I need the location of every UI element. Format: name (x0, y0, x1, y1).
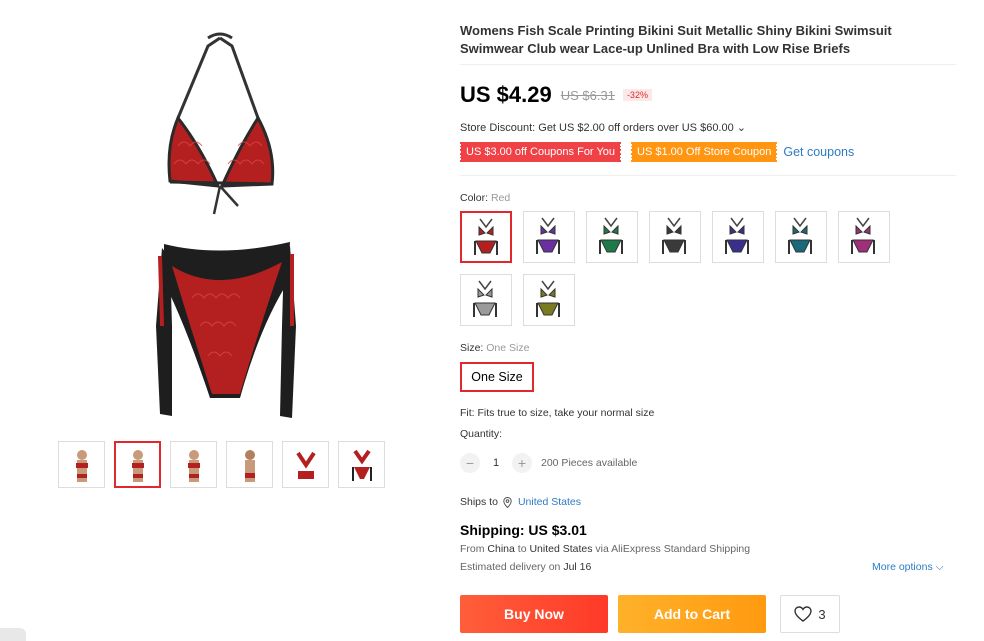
original-price: US $6.31 (560, 87, 615, 103)
from-mid: to (514, 543, 530, 555)
current-price: US $4.29 (460, 82, 552, 107)
from-prefix: From (460, 543, 488, 555)
color-swatch-1[interactable] (460, 211, 512, 263)
divider (460, 175, 956, 176)
thumbnail-1[interactable] (58, 441, 105, 488)
wishlist-button[interactable]: 3 (780, 595, 840, 633)
size-label-text: Size: (460, 342, 487, 354)
add-to-cart-button[interactable]: Add to Cart (618, 595, 766, 633)
thumbnail-6[interactable] (338, 441, 385, 488)
divider (460, 64, 956, 65)
color-swatch-2[interactable] (523, 211, 575, 263)
shipping-cost: Shipping: US $3.01 (460, 522, 587, 538)
delivery-prefix: Estimated delivery on (460, 561, 564, 573)
estimated-delivery: Estimated delivery on Jul 16 (460, 561, 591, 573)
destination-country: United States (529, 543, 593, 555)
thumbnail-5[interactable] (282, 441, 329, 488)
more-options-link[interactable]: More options ⌵ (872, 561, 944, 574)
store-discount-dropdown[interactable]: Store Discount: Get US $2.00 off orders … (460, 121, 746, 134)
color-swatch-7[interactable] (838, 211, 890, 263)
store-coupon[interactable]: US $1.00 Off Store Coupon (630, 142, 779, 162)
main-product-image[interactable] (100, 26, 340, 426)
wishlist-count: 3 (818, 606, 826, 622)
thumbnail-4[interactable] (226, 441, 273, 488)
ships-to-label: Ships to (460, 496, 498, 508)
selected-size: One Size (486, 342, 530, 354)
fit-note: Fit: Fits true to size, take your normal… (460, 407, 655, 419)
color-swatch-3[interactable] (586, 211, 638, 263)
product-gallery (0, 0, 450, 641)
selected-color: Red (490, 192, 511, 204)
thumbnail-strip (58, 441, 385, 488)
color-swatch-8[interactable] (460, 274, 512, 326)
size-label: Size: One Size (460, 342, 529, 354)
heart-icon (794, 606, 813, 622)
color-label: Color: Red (460, 192, 510, 204)
color-label-text: Color: (460, 192, 491, 204)
buy-now-button[interactable]: Buy Now (460, 595, 608, 633)
feedback-tab[interactable] (0, 628, 26, 641)
thumbnail-2[interactable] (114, 441, 161, 488)
shipping-method: via AliExpress Standard Shipping (592, 543, 751, 555)
size-option-one-size[interactable]: One Size (460, 362, 534, 392)
delivery-date: Jul 16 (563, 561, 592, 573)
location-pin-icon (503, 496, 512, 508)
action-buttons: Buy Now Add to Cart 3 (460, 595, 840, 633)
color-swatch-4[interactable] (649, 211, 701, 263)
quantity-input[interactable]: 1 (480, 457, 512, 469)
quantity-label: Quantity: (460, 428, 503, 440)
color-swatch-9[interactable] (523, 274, 575, 326)
get-coupons-link[interactable]: Get coupons (783, 145, 854, 159)
thumbnail-3[interactable] (170, 441, 217, 488)
quantity-decrease-button[interactable]: − (460, 453, 480, 473)
price-row: US $4.29 US $6.31 -32% (460, 82, 652, 108)
discount-badge: -32% (622, 89, 652, 101)
quantity-increase-button[interactable]: + (512, 453, 532, 473)
origin-country: China (487, 543, 515, 555)
coupon-for-you[interactable]: US $3.00 off Coupons For You (458, 142, 623, 162)
quantity-stepper: − 1 + 200 Pieces available (460, 453, 637, 473)
color-swatch-6[interactable] (775, 211, 827, 263)
color-swatch-5[interactable] (712, 211, 764, 263)
shipping-route: From China to United States via AliExpre… (460, 543, 750, 555)
ship-to-country-link[interactable]: United States (518, 496, 581, 508)
ships-to-row: Ships to United States (460, 496, 581, 508)
coupon-row: US $3.00 off Coupons For You US $1.00 Of… (458, 142, 854, 162)
pieces-available: 200 Pieces available (541, 457, 638, 469)
product-title: Womens Fish Scale Printing Bikini Suit M… (460, 23, 892, 56)
product-info-panel: Womens Fish Scale Printing Bikini Suit M… (458, 22, 960, 633)
